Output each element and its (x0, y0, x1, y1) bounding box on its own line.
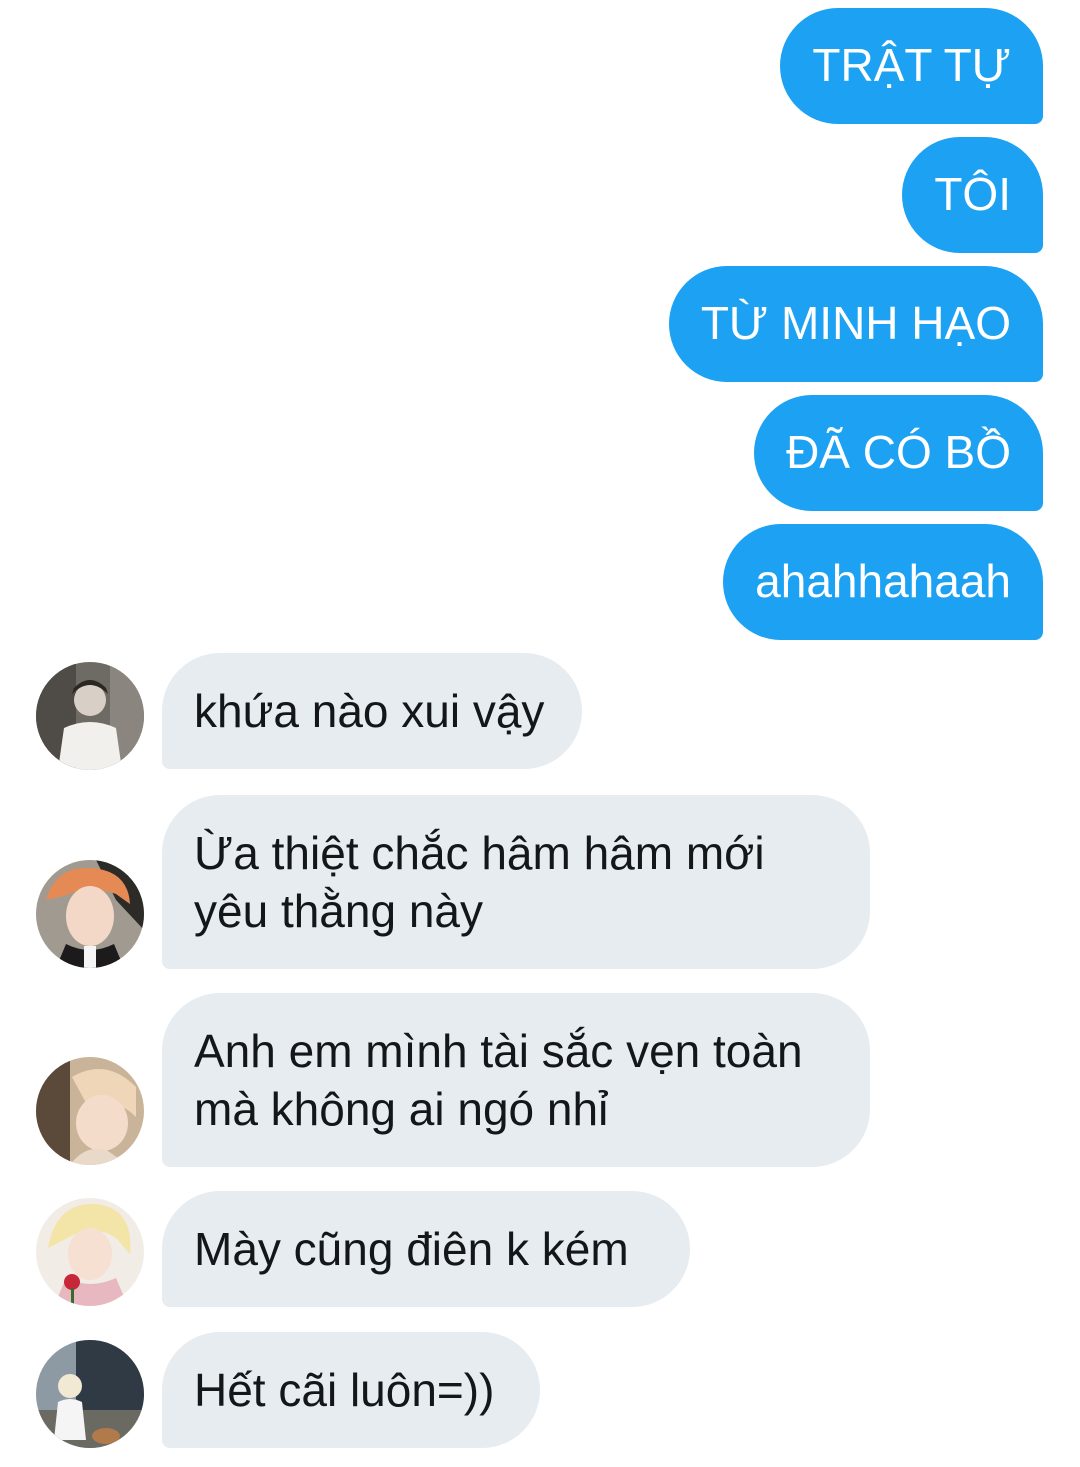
incoming-message[interactable]: Hết cãi luôn=)) (162, 1332, 540, 1448)
message-text: ahahhahaah (755, 555, 1011, 607)
avatar-image (36, 662, 144, 770)
incoming-message[interactable]: Anh em mình tài sắc vẹn toàn mà không ai… (162, 993, 870, 1167)
outgoing-message[interactable]: TÔI (902, 137, 1043, 253)
outgoing-message[interactable]: TỪ MINH HẠO (668, 266, 1043, 382)
message-text: TỪ MINH HẠO (700, 297, 1011, 349)
incoming-message[interactable]: khứa nào xui vậy (162, 653, 582, 769)
outgoing-message[interactable]: ahahhahaah (723, 524, 1043, 640)
message-text: Mày cũng điên k kém (194, 1223, 629, 1275)
message-text: khứa nào xui vậy (194, 685, 545, 737)
avatar-image (36, 1198, 144, 1306)
avatar-image (36, 1340, 144, 1448)
message-text: Hết cãi luôn=)) (194, 1364, 495, 1416)
avatar[interactable] (36, 662, 144, 770)
avatar-image (36, 860, 144, 968)
avatar[interactable] (36, 860, 144, 968)
message-text: Ừa thiệt chắc hâm hâm mới (194, 827, 765, 879)
avatar[interactable] (36, 1057, 144, 1165)
message-text: Anh em mình tài sắc vẹn toàn (194, 1025, 803, 1077)
outgoing-message[interactable]: TRẬT TỰ (780, 8, 1043, 124)
avatar[interactable] (36, 1340, 144, 1448)
message-text: ĐÃ CÓ BỒ (786, 426, 1011, 478)
message-text: mà không ai ngó nhỉ (194, 1083, 609, 1135)
message-text: yêu thằng này (194, 885, 484, 937)
outgoing-message[interactable]: ĐÃ CÓ BỒ (754, 395, 1043, 511)
avatar[interactable] (36, 1198, 144, 1306)
incoming-message[interactable]: Ừa thiệt chắc hâm hâm mới yêu thằng này (162, 795, 870, 969)
message-text: TÔI (934, 168, 1011, 220)
incoming-message[interactable]: Mày cũng điên k kém (162, 1191, 690, 1307)
message-text: TRẬT TỰ (812, 39, 1011, 91)
avatar-image (36, 1057, 144, 1165)
